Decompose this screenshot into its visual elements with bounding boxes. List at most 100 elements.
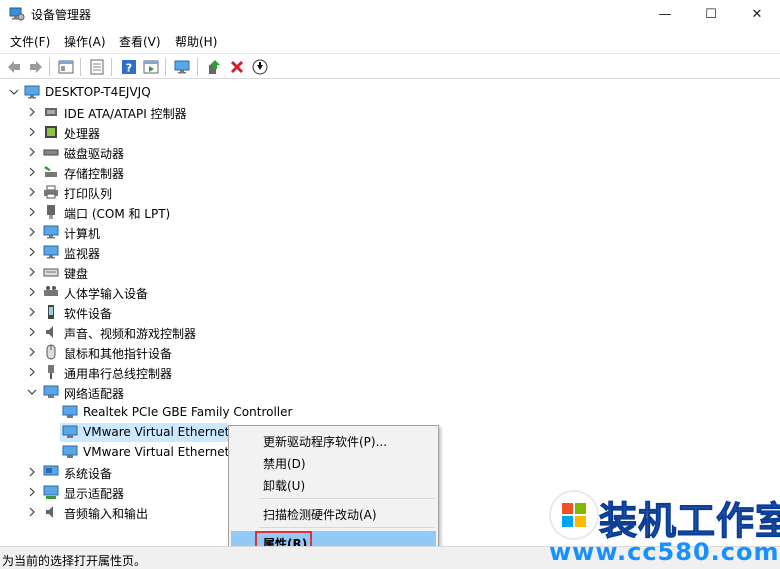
chevron-right-icon[interactable] — [26, 366, 38, 378]
title-bar: 设备管理器 — ☐ ✕ — [0, 0, 780, 28]
menu-disable[interactable]: 禁用(D) — [231, 451, 436, 473]
sound-icon — [46, 326, 53, 338]
windows-logo-icon — [549, 490, 599, 540]
port-icon — [47, 205, 55, 219]
tree-item-label: 磁盘驱动器 — [64, 147, 125, 161]
menu-action[interactable]: 操作(A) — [64, 33, 106, 50]
tree-item[interactable]: IDE ATA/ATAPI 控制器 — [0, 102, 780, 122]
tree-item[interactable]: 存储控制器 — [0, 162, 780, 182]
tree-item-label: Realtek PCIe GBE Family Controller — [83, 405, 293, 419]
properties-sheet-icon[interactable] — [87, 57, 107, 77]
chevron-right-icon[interactable] — [26, 506, 38, 518]
chevron-right-icon[interactable] — [26, 246, 38, 258]
forward-icon[interactable] — [26, 57, 46, 77]
tree-item-label: 监视器 — [64, 247, 101, 261]
toolbar: ? — [0, 53, 780, 79]
chevron-right-icon[interactable] — [26, 166, 38, 178]
tree-item[interactable]: 打印队列 — [0, 182, 780, 202]
tree-item[interactable]: 声音、视频和游戏控制器 — [0, 322, 780, 342]
tree-item-label: 存储控制器 — [64, 167, 125, 181]
tree-item[interactable]: 键盘 — [0, 262, 780, 282]
tree-item-label: 人体学输入设备 — [64, 287, 149, 301]
network-adapter-icon — [62, 445, 78, 458]
chevron-right-icon[interactable] — [26, 326, 38, 338]
network-adapter-icon — [43, 385, 59, 398]
help-icon[interactable]: ? — [119, 57, 139, 77]
printer-icon — [44, 185, 58, 199]
chevron-down-icon[interactable] — [26, 386, 38, 398]
scan-hardware-icon[interactable] — [172, 57, 192, 77]
chevron-right-icon[interactable] — [26, 226, 38, 238]
computer-icon — [43, 225, 59, 239]
tree-item-label: 计算机 — [64, 227, 101, 241]
svg-text:?: ? — [126, 62, 132, 75]
display-adapter-icon — [43, 485, 59, 499]
download-icon[interactable] — [250, 57, 270, 77]
tree-item[interactable]: 软件设备 — [0, 302, 780, 322]
action-pane-icon[interactable] — [141, 57, 161, 77]
computer-root-icon — [24, 85, 40, 99]
chevron-right-icon[interactable] — [26, 346, 38, 358]
tree-item-label: 音频输入和输出 — [64, 507, 149, 521]
menu-file[interactable]: 文件(F) — [10, 33, 50, 50]
maximize-button[interactable]: ☐ — [688, 0, 734, 28]
chevron-right-icon[interactable] — [26, 186, 38, 198]
menu-update-driver[interactable]: 更新驱动程序软件(P)... — [231, 429, 436, 451]
menu-scan-hardware[interactable]: 扫描检测硬件改动(A) — [231, 502, 436, 524]
tree-root[interactable]: DESKTOP-T4EJVJQ — [0, 82, 780, 102]
menu-separator — [259, 527, 435, 528]
close-button[interactable]: ✕ — [734, 0, 780, 28]
tree-item[interactable]: 端口 (COM 和 LPT) — [0, 202, 780, 222]
tree-item[interactable]: 磁盘驱动器 — [0, 142, 780, 162]
chevron-right-icon[interactable] — [26, 206, 38, 218]
chevron-right-icon[interactable] — [26, 106, 38, 118]
chevron-right-icon[interactable] — [26, 466, 38, 478]
monitor-icon — [43, 245, 59, 259]
tree-item[interactable]: 计算机 — [0, 222, 780, 242]
back-icon[interactable] — [4, 57, 24, 77]
menu-uninstall[interactable]: 卸载(U) — [231, 473, 436, 495]
tree-item-label: 网络适配器 — [64, 387, 125, 401]
watermark-title: 装机工作室 — [598, 499, 780, 544]
tree-item-label: 打印队列 — [64, 187, 113, 201]
tree-item-label: 软件设备 — [64, 307, 113, 321]
window-title: 设备管理器 — [31, 8, 92, 22]
audio-io-icon — [46, 506, 53, 518]
usb-icon — [48, 365, 54, 379]
tree-item[interactable]: Realtek PCIe GBE Family Controller — [0, 402, 780, 422]
chevron-right-icon[interactable] — [26, 306, 38, 318]
tree-item-label: 显示适配器 — [64, 487, 125, 501]
software-device-icon — [48, 305, 54, 319]
menu-view[interactable]: 查看(V) — [119, 33, 161, 50]
tree-item[interactable]: 鼠标和其他指针设备 — [0, 342, 780, 362]
tree-item-label: 声音、视频和游戏控制器 — [64, 327, 197, 341]
chevron-down-icon[interactable] — [8, 86, 20, 98]
network-adapter-icon — [62, 425, 78, 438]
tree-item-label: VMware Virtual Ethernet — [83, 425, 230, 439]
minimize-button[interactable]: — — [642, 0, 688, 28]
watermark-url: www.cc580.com — [549, 538, 780, 566]
console-tree-icon[interactable] — [56, 57, 76, 77]
tree-item-network-adapters[interactable]: 网络适配器 — [0, 382, 780, 402]
chevron-right-icon[interactable] — [26, 486, 38, 498]
chevron-right-icon[interactable] — [26, 286, 38, 298]
chevron-right-icon[interactable] — [26, 146, 38, 158]
tree-item[interactable]: 处理器 — [0, 122, 780, 142]
tree-item[interactable]: 通用串行总线控制器 — [0, 362, 780, 382]
tree-item[interactable]: 人体学输入设备 — [0, 282, 780, 302]
status-text: 为当前的选择打开属性页。 — [2, 554, 147, 568]
mouse-icon — [46, 344, 56, 360]
menu-separator — [259, 498, 435, 499]
tree-item-label: 端口 (COM 和 LPT) — [64, 207, 171, 221]
chevron-right-icon[interactable] — [26, 126, 38, 138]
device-manager-icon — [9, 7, 25, 21]
tree-item[interactable]: 监视器 — [0, 242, 780, 262]
menu-help[interactable]: 帮助(H) — [175, 33, 217, 50]
tree-item-label: 系统设备 — [64, 467, 113, 481]
update-driver-icon[interactable] — [204, 57, 224, 77]
chevron-right-icon[interactable] — [26, 266, 38, 278]
tree-item-label: 处理器 — [64, 127, 101, 141]
uninstall-icon[interactable] — [227, 57, 247, 77]
disk-drive-icon — [43, 149, 59, 156]
tree-root-label: DESKTOP-T4EJVJQ — [45, 85, 151, 99]
